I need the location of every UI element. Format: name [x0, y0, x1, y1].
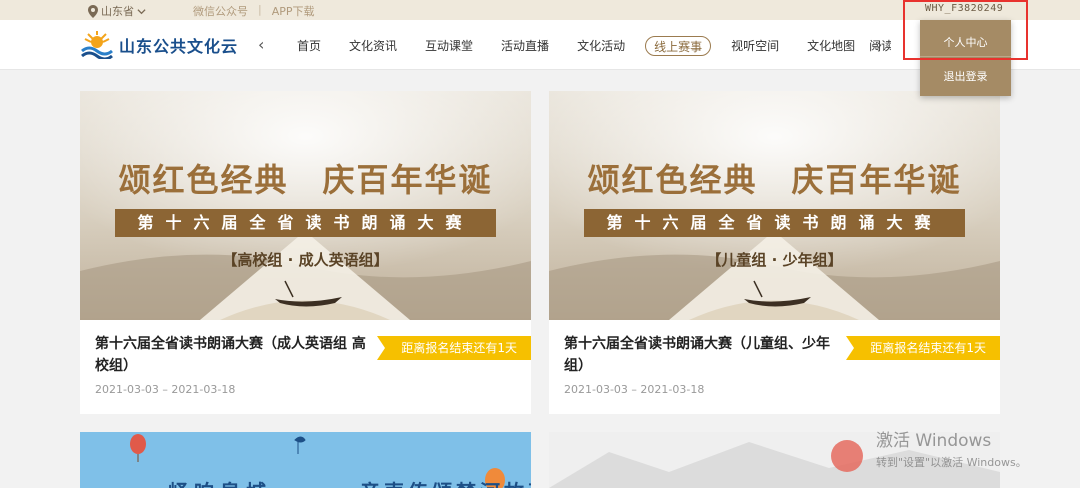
deadline-badge: 距离报名结束还有1天	[377, 336, 531, 360]
banner-title: 峄响泉城	[168, 476, 272, 488]
nav-item-live[interactable]: 活动直播	[487, 36, 563, 56]
banner-title: 颂红色经典 庆百年华诞	[118, 161, 493, 199]
wechat-link[interactable]: 微信公众号	[193, 3, 248, 19]
location-pin-icon	[88, 4, 98, 18]
banner-strip: 第十六届全省读书朗诵大赛	[115, 209, 496, 237]
nav-item-home[interactable]: 首页	[283, 36, 335, 56]
card-date: 2021-03-03 – 2021-03-18	[95, 383, 236, 396]
logout-menu-item[interactable]: 退出登录	[920, 68, 1011, 84]
competition-card[interactable]: 颂红色经典 庆百年华诞 第十六届全省读书朗诵大赛 【儿童组 · 少年组】 第十六…	[549, 91, 1000, 414]
highlight-box	[903, 0, 1028, 60]
location-selector[interactable]: 山东省	[88, 3, 146, 19]
nav-item-map[interactable]: 文化地图	[793, 36, 869, 56]
banner-illustration	[80, 91, 531, 320]
banner-strip: 第十六届全省读书朗诵大赛	[584, 209, 965, 237]
watermark-line-2: 转到"设置"以激活 Windows。	[876, 456, 1027, 469]
logo-mark-icon	[81, 31, 113, 59]
nav-prev-arrow[interactable]: ‹	[258, 35, 264, 54]
card-title[interactable]: 第十六届全省读书朗诵大赛（儿童组、少年组）	[564, 333, 844, 377]
banner-illustration	[549, 91, 1000, 320]
nav-item-news[interactable]: 文化资讯	[335, 36, 411, 56]
banner-subtitle: 【高校组 · 成人英语组】	[222, 251, 389, 269]
competition-card[interactable]: 峄响泉城 音声传颂梦河故事	[80, 432, 531, 488]
deadline-badge: 距离报名结束还有1天	[846, 336, 1000, 360]
banner-subtitle: 音声传颂梦河故事	[360, 476, 531, 488]
card-banner: 颂红色经典 庆百年华诞 第十六届全省读书朗诵大赛 【儿童组 · 少年组】	[549, 91, 1000, 320]
location-label: 山东省	[101, 5, 134, 18]
site-name: 山东公共文化云	[119, 37, 239, 56]
windows-activation-watermark: 激活 Windows 转到"设置"以激活 Windows。	[876, 426, 1027, 470]
top-links: 微信公众号 | APP下载	[193, 3, 315, 19]
nav-item-av-space[interactable]: 视听空间	[717, 36, 793, 56]
nav-item-activities[interactable]: 文化活动	[563, 36, 639, 56]
divider: |	[258, 3, 262, 16]
nav-menu: 首页 文化资讯 互动课堂 活动直播 文化活动 线上赛事 视听空间 文化地图 阅读	[283, 36, 891, 56]
competition-card[interactable]: 颂红色经典 庆百年华诞 第十六届全省读书朗诵大赛 【高校组 · 成人英语组】 第…	[80, 91, 531, 414]
nav-next-arrow[interactable]: ›	[876, 35, 882, 54]
banner-subtitle: 【儿童组 · 少年组】	[706, 251, 843, 269]
card-title[interactable]: 第十六届全省读书朗诵大赛（成人英语组 高校组）	[95, 333, 375, 377]
banner-title: 颂红色经典 庆百年华诞	[587, 161, 962, 199]
app-download-link[interactable]: APP下载	[272, 3, 315, 19]
card-banner: 颂红色经典 庆百年华诞 第十六届全省读书朗诵大赛 【高校组 · 成人英语组】	[80, 91, 531, 320]
card-date: 2021-03-03 – 2021-03-18	[564, 383, 705, 396]
nav-item-competitions[interactable]: 线上赛事	[645, 36, 712, 56]
site-logo[interactable]: 山东公共文化云	[80, 31, 238, 59]
chevron-down-icon	[137, 8, 146, 14]
watermark-line-1: 激活 Windows	[876, 431, 992, 451]
nav-item-classroom[interactable]: 互动课堂	[411, 36, 487, 56]
